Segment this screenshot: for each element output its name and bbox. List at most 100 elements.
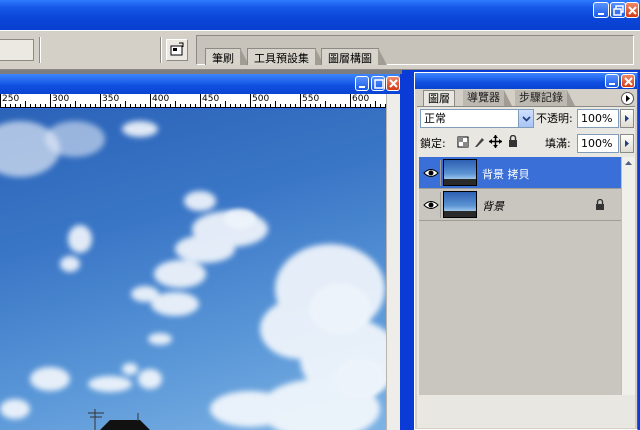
ruler-tick [230,104,231,107]
ruler-label: 350 [102,94,120,104]
ruler-tick [265,104,266,107]
chevron-down-icon [518,110,533,127]
options-field[interactable] [0,39,34,61]
well-tab-brushes[interactable]: 筆刷 [205,48,249,65]
ruler-tick [140,104,141,107]
ruler-tick [370,104,371,107]
ruler-tick [5,104,6,107]
ruler-tick [20,104,21,107]
palette-icon [170,42,184,56]
lock-image-pixels-icon[interactable] [473,136,485,148]
ruler-label: 400 [152,94,170,104]
ruler-label: 500 [252,94,270,104]
ruler-tick [235,104,236,107]
opacity-slider-button[interactable] [620,109,634,128]
ruler-label: 600 [352,94,370,104]
visibility-toggle[interactable] [421,160,441,186]
ruler-tick [15,104,16,107]
ruler-tick [105,104,106,107]
sky-photo [0,121,386,430]
layer-thumbnail [443,191,477,218]
palette-close-button[interactable] [621,74,635,88]
fill-slider-button[interactable] [620,134,634,153]
image-canvas[interactable] [0,109,386,430]
layers-scrollbar[interactable] [621,157,635,395]
tab-label: 步驟記錄 [519,91,563,104]
doc-minimize-button[interactable] [355,76,369,91]
ruler-tick [90,104,91,107]
tab-layers[interactable]: 圖層 [423,90,455,106]
ruler-tick [360,104,361,107]
ruler-tick [345,104,346,107]
ruler-tick [85,104,86,107]
palette-menu-button[interactable] [621,92,634,105]
ruler-tick [350,94,351,107]
ruler-tick [0,94,1,107]
toolbar-separator [39,37,41,63]
scroll-up-icon[interactable] [622,157,635,169]
document-scrollbar[interactable] [386,94,400,430]
close-icon [389,79,398,88]
ruler-tick [125,101,126,107]
fill-value: 100% [581,137,613,150]
toggle-palettes-button[interactable] [166,39,188,61]
ruler-tick [35,104,36,107]
layer-row-background[interactable]: 背景 [419,189,621,221]
ruler-tick [255,104,256,107]
lock-transparent-pixels-icon[interactable] [457,136,469,148]
ruler-tick [130,104,131,107]
lock-all-icon[interactable] [507,135,519,148]
tab-label: 圖層 [428,92,450,105]
ruler-tick [300,94,301,107]
ruler-tick [155,104,156,107]
ruler-tick [335,104,336,107]
palette-title-bar[interactable] [415,73,637,89]
ruler-tick [45,104,46,107]
tab-navigator[interactable]: 導覽器 [463,90,512,106]
ruler-tick [270,104,271,107]
lock-position-icon[interactable] [489,135,502,148]
ruler-tick [280,104,281,107]
opacity-input[interactable]: 100% [577,109,619,128]
layer-name: 背景 拷貝 [482,168,530,181]
ruler-tick [10,104,11,107]
ruler-tick [220,104,221,107]
ruler-tick [190,104,191,107]
eye-icon [423,169,439,177]
ruler-tick [120,104,121,107]
maximize-button[interactable] [610,2,626,18]
close-icon [624,77,633,86]
ruler-tick [170,104,171,107]
well-tab-tool-presets[interactable]: 工具預設集 [247,48,324,65]
well-tab-layer-comps[interactable]: 圖層構圖 [321,48,387,65]
lock-label: 鎖定: [420,137,446,150]
ruler-tick [245,104,246,107]
tab-history[interactable]: 步驟記錄 [515,90,575,106]
well-tab-label: 圖層構圖 [328,52,372,65]
minimize-button[interactable] [593,2,609,18]
close-button[interactable] [625,2,639,18]
doc-maximize-button[interactable] [371,76,385,91]
ruler-tick [325,101,326,107]
ruler-tick [65,104,66,107]
minimize-icon [359,86,365,88]
document-title-bar[interactable] [0,74,400,94]
ruler-tick [60,104,61,107]
ruler-tick [305,104,306,107]
layers-list: 背景 拷貝 背景 [419,157,621,395]
ruler-tick [175,101,176,107]
ruler-tick [100,94,101,107]
visibility-toggle[interactable] [421,192,441,218]
layer-row-background-copy[interactable]: 背景 拷貝 [419,157,621,189]
doc-close-button[interactable] [386,76,400,91]
ruler-tick [320,104,321,107]
ruler-tick [150,94,151,107]
fill-input[interactable]: 100% [577,134,619,153]
ruler-tick [165,104,166,107]
layer-thumbnail [443,159,477,186]
ruler-tick [200,94,201,107]
palette-minimize-button[interactable] [605,74,619,88]
blend-mode-select[interactable]: 正常 [420,109,534,128]
ruler-tick [355,104,356,107]
ruler-label: 450 [202,94,220,104]
